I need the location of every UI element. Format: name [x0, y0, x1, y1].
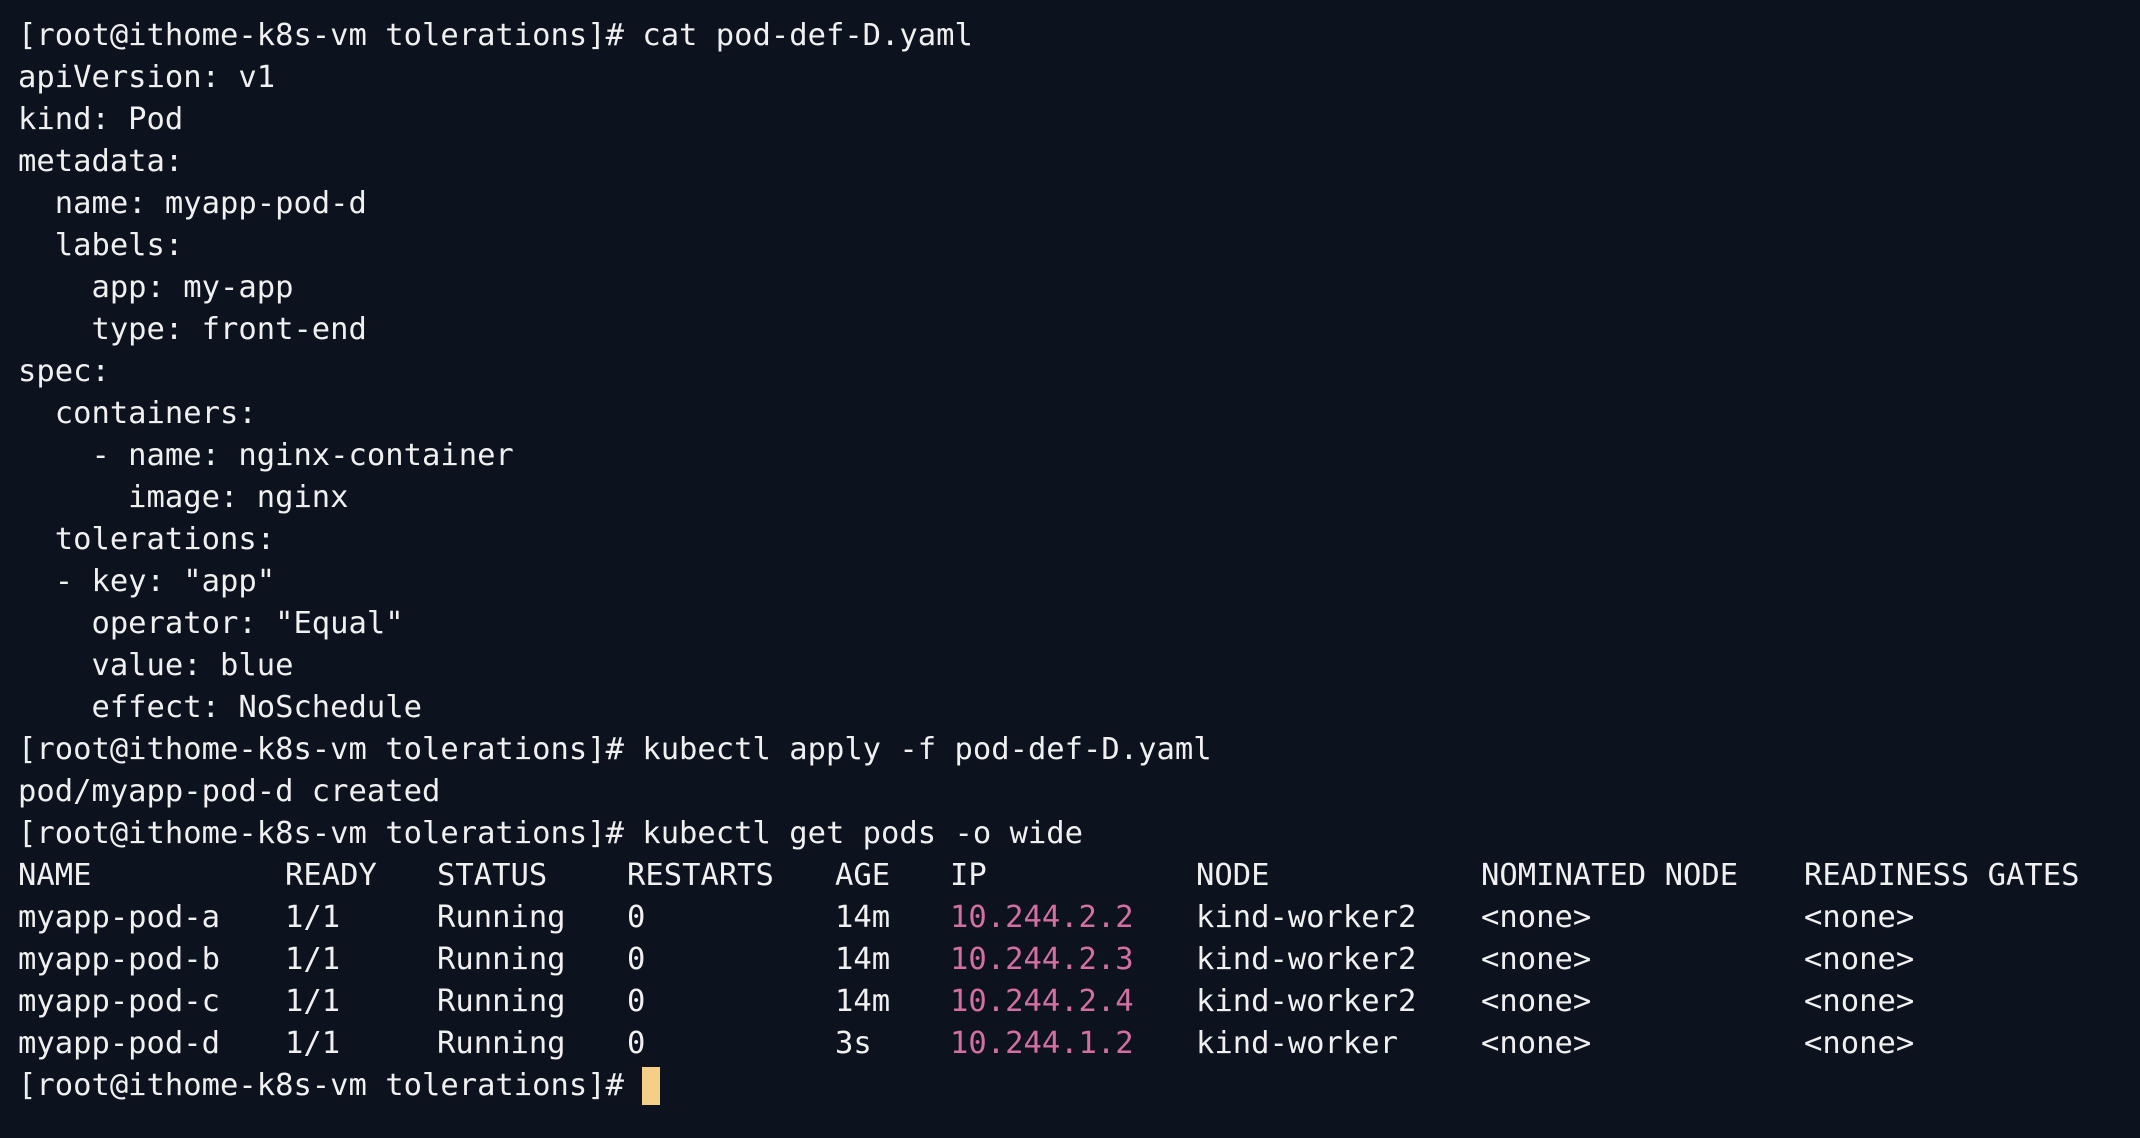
- pod-nominated-node: <none>: [1481, 984, 1592, 1019]
- pod-age: 14m: [835, 984, 891, 1019]
- column-header: AGE: [835, 858, 891, 893]
- pod-ip: 10.244.2.4: [950, 984, 1134, 1019]
- pod-ready: 1/1: [285, 1026, 341, 1061]
- table-row: myapp-pod-a 1/1 Running 0 14m 10.244.2.2…: [18, 897, 2140, 939]
- yaml-line: containers:: [18, 396, 257, 431]
- pod-restarts: 0: [627, 900, 646, 935]
- pod-readiness-gates: <none>: [1804, 1026, 1915, 1061]
- command-line-cat: [root@ithome-k8s-vm tolerations]# cat po…: [18, 15, 2140, 57]
- yaml-line: value: blue: [18, 648, 294, 683]
- command-line-apply: [root@ithome-k8s-vm tolerations]# kubect…: [18, 729, 2140, 771]
- command-line-get-pods: [root@ithome-k8s-vm tolerations]# kubect…: [18, 813, 2140, 855]
- column-header: RESTARTS: [627, 858, 774, 893]
- terminal-cursor: [642, 1067, 661, 1105]
- yaml-line: - key: "app": [18, 564, 276, 599]
- command-text: kubectl apply -f pod-def-D.yaml: [642, 732, 1212, 767]
- pod-status: Running: [437, 1026, 566, 1061]
- yaml-line: apiVersion: v1: [18, 60, 276, 95]
- shell-prompt: [root@ithome-k8s-vm tolerations]#: [18, 18, 643, 53]
- pod-ip: 10.244.2.3: [950, 942, 1134, 977]
- yaml-line: name: myapp-pod-d: [18, 186, 367, 221]
- pod-nominated-node: <none>: [1481, 942, 1592, 977]
- pod-node: kind-worker2: [1196, 942, 1417, 977]
- column-header: READINESS GATES: [1804, 858, 2080, 893]
- column-header: NAME: [18, 858, 92, 893]
- pod-readiness-gates: <none>: [1804, 942, 1915, 977]
- pod-readiness-gates: <none>: [1804, 900, 1915, 935]
- yaml-line: operator: "Equal": [18, 606, 404, 641]
- command-line-current[interactable]: [root@ithome-k8s-vm tolerations]#: [18, 1065, 2140, 1107]
- pod-age: 14m: [835, 942, 891, 977]
- pod-ip: 10.244.2.2: [950, 900, 1134, 935]
- pod-status: Running: [437, 900, 566, 935]
- pod-name: myapp-pod-c: [18, 984, 220, 1019]
- column-header: IP: [950, 858, 987, 893]
- shell-prompt: [root@ithome-k8s-vm tolerations]#: [18, 732, 643, 767]
- pod-ip: 10.244.1.2: [950, 1026, 1134, 1061]
- pod-nominated-node: <none>: [1481, 1026, 1592, 1061]
- yaml-line: image: nginx: [18, 480, 349, 515]
- pod-ready: 1/1: [285, 900, 341, 935]
- pod-ready: 1/1: [285, 984, 341, 1019]
- command-text: kubectl get pods -o wide: [642, 816, 1084, 851]
- pod-name: myapp-pod-d: [18, 1026, 220, 1061]
- pod-age: 3s: [835, 1026, 872, 1061]
- pod-age: 14m: [835, 900, 891, 935]
- pod-readiness-gates: <none>: [1804, 984, 1915, 1019]
- shell-prompt: [root@ithome-k8s-vm tolerations]#: [18, 816, 643, 851]
- table-row: myapp-pod-c 1/1 Running 0 14m 10.244.2.4…: [18, 981, 2140, 1023]
- pod-name: myapp-pod-a: [18, 900, 220, 935]
- command-text: cat pod-def-D.yaml: [642, 18, 973, 53]
- table-row: myapp-pod-d 1/1 Running 0 3s 10.244.1.2 …: [18, 1023, 2140, 1065]
- pod-status: Running: [437, 942, 566, 977]
- pod-status: Running: [437, 984, 566, 1019]
- column-header: READY: [285, 858, 377, 893]
- terminal-window[interactable]: [root@ithome-k8s-vm tolerations]# cat po…: [0, 0, 2140, 1138]
- pod-node: kind-worker2: [1196, 900, 1417, 935]
- yaml-line: tolerations:: [18, 522, 276, 557]
- pod-ready: 1/1: [285, 942, 341, 977]
- pod-name: myapp-pod-b: [18, 942, 220, 977]
- pod-node: kind-worker2: [1196, 984, 1417, 1019]
- pod-restarts: 0: [627, 942, 646, 977]
- yaml-line: kind: Pod: [18, 102, 184, 137]
- shell-prompt: [root@ithome-k8s-vm tolerations]#: [18, 1068, 643, 1103]
- yaml-line: effect: NoSchedule: [18, 690, 422, 725]
- yaml-line: spec:: [18, 354, 110, 389]
- yaml-line: metadata:: [18, 144, 184, 179]
- pod-restarts: 0: [627, 984, 646, 1019]
- pod-node: kind-worker: [1196, 1026, 1398, 1061]
- table-header: NAME READY STATUS RESTARTS AGE IP NODE N…: [18, 855, 2140, 897]
- yaml-line: labels:: [18, 228, 184, 263]
- yaml-line: type: front-end: [18, 312, 367, 347]
- apply-output: pod/myapp-pod-d created: [18, 774, 441, 809]
- table-row: myapp-pod-b 1/1 Running 0 14m 10.244.2.3…: [18, 939, 2140, 981]
- pod-nominated-node: <none>: [1481, 900, 1592, 935]
- yaml-line: app: my-app: [18, 270, 294, 305]
- column-header: STATUS: [437, 858, 548, 893]
- pod-restarts: 0: [627, 1026, 646, 1061]
- yaml-line: - name: nginx-container: [18, 438, 514, 473]
- column-header: NODE: [1196, 858, 1270, 893]
- column-header: NOMINATED NODE: [1481, 858, 1739, 893]
